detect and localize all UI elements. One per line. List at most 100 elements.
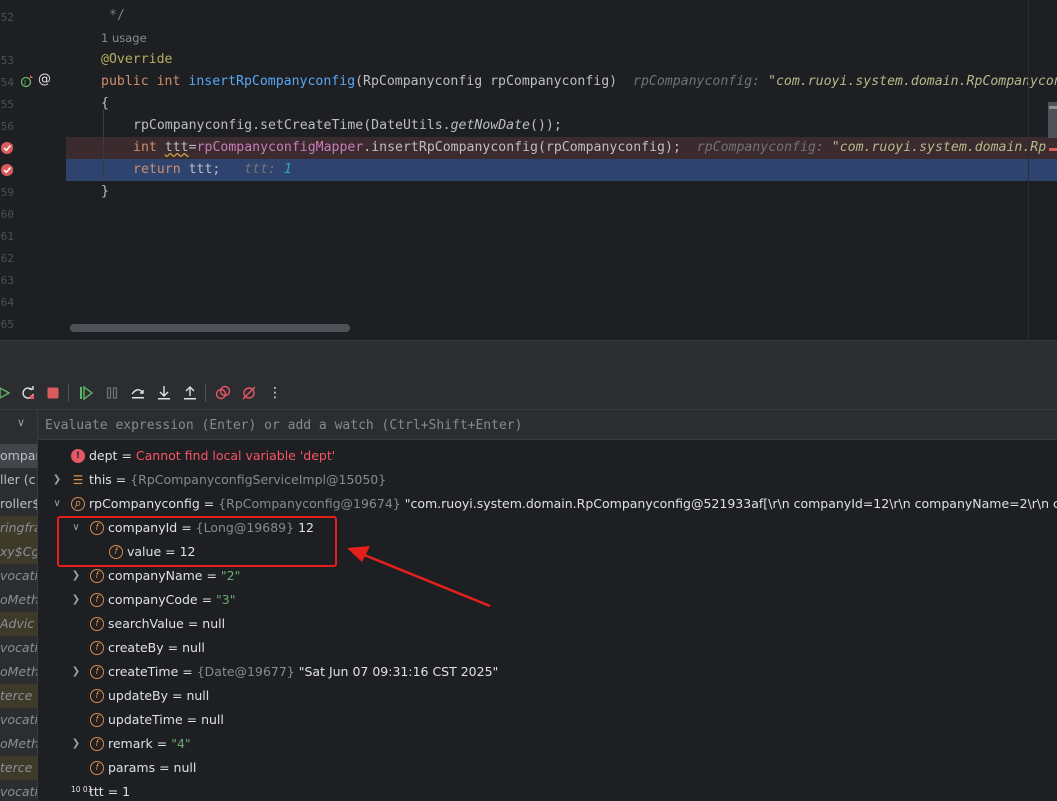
frame-item[interactable]: ringfra [0,516,37,540]
override-icon[interactable]: @ [38,73,51,86]
code-line-55[interactable]: { [66,93,1057,115]
code-line-58-current-execution[interactable]: return ttt; ttt: 1 [66,159,1057,181]
variable-string-value: "2" [220,568,241,583]
more-options-icon[interactable]: ⋮ [266,384,284,402]
scroll-marker[interactable] [1049,148,1057,151]
line-number: 56 [0,120,14,133]
method-name: insertRpCompanyconfig [188,74,356,89]
variable-row[interactable]: f updateTime = null [38,708,1057,732]
equals-sign: = [111,472,131,487]
frame-item[interactable]: vocati [0,636,37,660]
variable-name: dept [89,448,118,463]
variable-value: null [173,760,197,775]
variable-name: params [108,760,156,775]
line-number: 62 [0,252,14,265]
chevron-down-icon[interactable]: ∨ [51,492,63,516]
inlay-param-name: rpCompanyconfig: [633,74,761,89]
chevron-right-icon[interactable]: ❯ [70,564,82,588]
frames-list[interactable]: ∨ ompany ller (c roller$ ringfra xy$Cg v… [0,410,38,801]
variable-row[interactable]: f params = null [38,756,1057,780]
frame-item[interactable]: terce [0,756,37,780]
frame-item[interactable]: vocati [0,564,37,588]
get-now-date-call: getNowDate [450,118,530,133]
inlay-var-name: ttt: [244,162,276,177]
step-out-icon[interactable] [181,384,199,402]
line-number: 59 [0,186,14,199]
inlay-param-value: "com.ruoyi.system.domain.Rp [831,140,1047,155]
equals-sign: = [202,568,221,583]
variable-row[interactable]: ❯ f remark = "4" [38,732,1057,756]
toolbar-separator [68,384,69,402]
step-over-icon[interactable] [129,384,147,402]
code-line-56[interactable]: rpCompanyconfig.setCreateTime(DateUtils.… [66,115,1057,137]
field-icon: f [90,665,104,679]
frame-item[interactable]: vocati [0,708,37,732]
code-editor[interactable]: 52 53 54 55 56 57 58 59 60 61 62 63 64 6… [0,0,1057,340]
variable-name: rpCompanyconfig [89,496,200,511]
variable-row[interactable]: ❯ f companyCode = "3" [38,588,1057,612]
indent-guide [103,110,104,180]
chevron-right-icon[interactable]: ❯ [70,588,82,612]
variable-row[interactable]: ❯ f createTime = {Date@19677} "Sat Jun 0… [38,660,1057,684]
code-line-52[interactable]: */ [66,5,1057,27]
equals-sign: = [183,616,203,631]
code-line-53[interactable]: @Override [66,49,1057,71]
chevron-right-icon[interactable]: ❯ [51,468,63,492]
frame-item[interactable]: ompany [0,444,37,468]
frame-item[interactable]: ller (c [0,468,37,492]
editor-gutter[interactable]: 52 53 54 55 56 57 58 59 60 61 62 63 64 6… [0,0,66,340]
frame-item[interactable]: xy$Cg [0,540,37,564]
evaluate-expression-input[interactable] [38,410,1057,440]
variable-value: null [182,640,205,655]
debug-toolbar: ⋮ [0,376,1057,410]
chevron-down-icon[interactable]: ∨ [17,416,25,429]
chevron-right-icon[interactable]: ❯ [70,660,82,684]
resume-program-icon[interactable] [77,384,95,402]
variable-row[interactable]: ❯ ☰ this = {RpCompanyconfigServiceImpl@1… [38,468,1057,492]
chevron-right-icon[interactable]: ❯ [70,732,82,756]
variable-row[interactable]: f updateBy = null [38,684,1057,708]
rerun-icon[interactable] [19,384,37,402]
equals-sign: = [117,448,136,463]
scroll-marker[interactable] [1049,106,1057,109]
this-icon: ☰ [72,473,84,487]
frame-item[interactable]: oMeth [0,588,37,612]
horizontal-scrollbar[interactable] [70,324,350,332]
variable-string-value: "4" [171,736,191,751]
method-params: (RpCompanyconfig rpCompanyconfig) [355,74,618,89]
frame-item[interactable]: oMeth [0,660,37,684]
frame-item[interactable]: vocati [0,780,37,801]
frame-item[interactable]: oMeth [0,732,37,756]
error-icon: ! [71,449,85,463]
step-into-icon[interactable] [155,384,173,402]
mute-breakpoints-icon[interactable] [240,384,258,402]
frame-item[interactable]: terce [0,684,37,708]
pause-icon[interactable] [103,384,121,402]
code-line-59[interactable]: } [66,181,1057,203]
equals-sign: = [199,496,219,511]
equals-sign: = [155,760,174,775]
variable-row[interactable]: f createBy = null [38,636,1057,660]
variables-tree[interactable]: ! dept = Cannot find local variable 'dep… [38,440,1057,801]
field-icon: f [90,689,104,703]
variable-row[interactable]: f searchValue = null [38,612,1057,636]
frame-item[interactable]: roller$ [0,492,37,516]
variable-name: remark [108,736,153,751]
resume-icon[interactable] [0,384,14,402]
view-breakpoints-icon[interactable] [214,384,232,402]
right-margin-line [1028,0,1029,340]
implements-icon[interactable]: I [20,74,34,91]
code-line-57-breakpoint[interactable]: int ttt=rpCompanyconfigMapper.insertRpCo… [66,137,1057,159]
usage-hint[interactable]: 1 usage [101,31,147,45]
breakpoint-icon[interactable] [0,141,14,158]
variable-ttt: ttt [164,140,189,155]
frame-item[interactable]: Advic [0,612,37,636]
variable-name: createTime [108,664,179,679]
stop-icon[interactable] [44,384,62,402]
variable-row[interactable]: ∨ p rpCompanyconfig = {RpCompanyconfig@1… [38,492,1057,516]
variable-row[interactable]: ! dept = Cannot find local variable 'dep… [38,444,1057,468]
breakpoint-icon[interactable] [0,163,14,180]
code-line-54[interactable]: public int insertRpCompanyconfig(RpCompa… [66,71,1057,93]
variable-row[interactable]: 10 01 ttt = 1 [38,780,1057,801]
variable-row[interactable]: ❯ f companyName = "2" [38,564,1057,588]
